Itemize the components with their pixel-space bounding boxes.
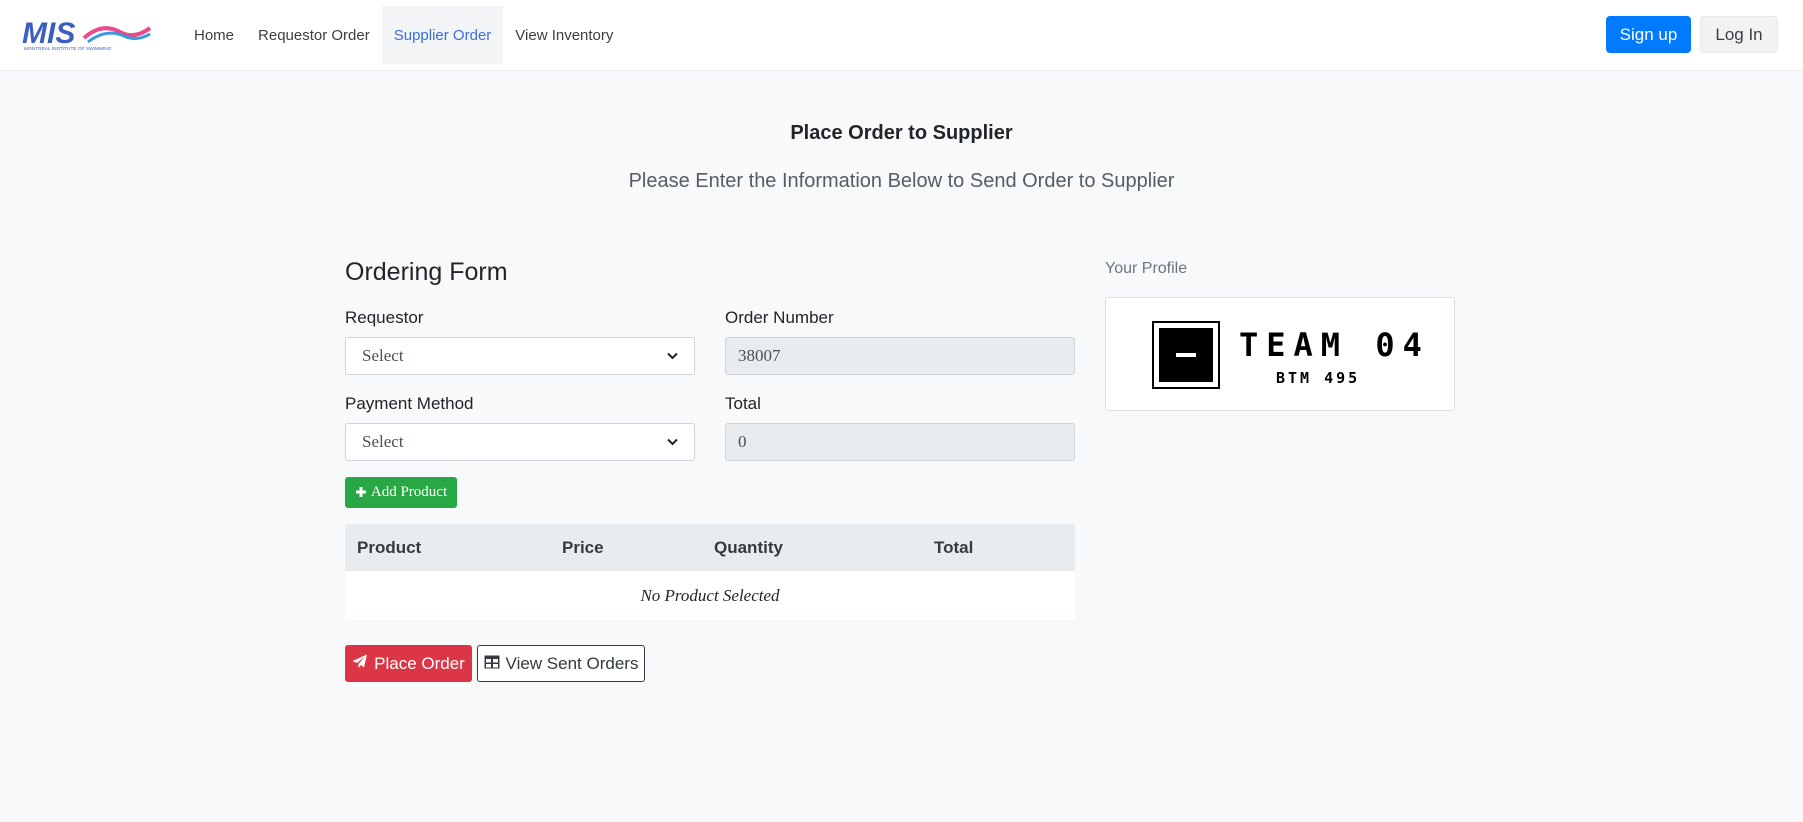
svg-text:MIS: MIS bbox=[22, 18, 75, 50]
column-header-product: Product bbox=[357, 538, 422, 557]
log-in-button[interactable]: Log In bbox=[1700, 16, 1778, 53]
team-course: BTM 495 bbox=[1276, 369, 1361, 387]
place-order-button[interactable]: Place Order bbox=[345, 645, 472, 682]
total-field: 0 bbox=[725, 423, 1075, 461]
navbar: MIS MONTREAL INSTITUTE OF SWIMMING Home … bbox=[0, 0, 1803, 71]
empty-table-row: No Product Selected bbox=[345, 571, 1075, 620]
mis-logo[interactable]: MIS MONTREAL INSTITUTE OF SWIMMING bbox=[22, 17, 152, 52]
column-header-total: Total bbox=[934, 538, 974, 557]
requestor-label: Requestor bbox=[345, 308, 424, 327]
profile-label: Your Profile bbox=[1105, 260, 1188, 277]
view-sent-orders-label: View Sent Orders bbox=[505, 653, 639, 673]
page-title: Place Order to Supplier bbox=[790, 122, 1013, 144]
view-sent-orders-button[interactable]: View Sent Orders bbox=[477, 645, 645, 682]
table-header: Product Price Quantity Total bbox=[345, 524, 1075, 571]
product-table: Product Price Quantity Total No Product … bbox=[345, 524, 1075, 620]
nav-link-supplier-order[interactable]: Supplier Order bbox=[381, 6, 504, 64]
order-number-field: 38007 bbox=[725, 337, 1075, 375]
paper-plane-icon bbox=[352, 654, 368, 674]
payment-method-select-value: Select bbox=[362, 432, 404, 451]
main-nav: Home Requestor Order Supplier Order View… bbox=[182, 6, 625, 64]
nav-link-view-inventory[interactable]: View Inventory bbox=[503, 6, 625, 64]
column-header-price: Price bbox=[562, 538, 604, 557]
sign-up-button[interactable]: Sign up bbox=[1606, 16, 1691, 53]
nav-link-requestor-order[interactable]: Requestor Order bbox=[246, 6, 382, 64]
plus-icon bbox=[355, 484, 367, 502]
nav-link-home[interactable]: Home bbox=[182, 6, 246, 64]
requestor-select-value: Select bbox=[362, 346, 404, 365]
profile-card: TEAM 04 BTM 495 bbox=[1105, 297, 1455, 411]
team-logo-icon bbox=[1152, 321, 1220, 389]
add-product-button[interactable]: Add Product bbox=[345, 477, 457, 508]
place-order-label: Place Order bbox=[374, 653, 465, 673]
payment-method-label: Payment Method bbox=[345, 394, 474, 413]
add-product-label: Add Product bbox=[370, 484, 448, 500]
team-name: TEAM 04 bbox=[1239, 326, 1430, 364]
svg-text:MONTREAL INSTITUTE OF SWIMMING: MONTREAL INSTITUTE OF SWIMMING bbox=[24, 46, 112, 52]
requestor-select[interactable]: Select bbox=[345, 337, 695, 375]
page-subtitle: Please Enter the Information Below to Se… bbox=[628, 170, 1175, 192]
chevron-down-icon bbox=[667, 349, 678, 363]
order-number-label: Order Number bbox=[725, 308, 834, 327]
column-header-quantity: Quantity bbox=[714, 538, 783, 557]
chevron-down-icon bbox=[667, 435, 678, 449]
table-icon bbox=[484, 654, 500, 674]
total-label: Total bbox=[725, 394, 761, 413]
payment-method-select[interactable]: Select bbox=[345, 423, 695, 461]
form-title: Ordering Form bbox=[345, 258, 508, 286]
